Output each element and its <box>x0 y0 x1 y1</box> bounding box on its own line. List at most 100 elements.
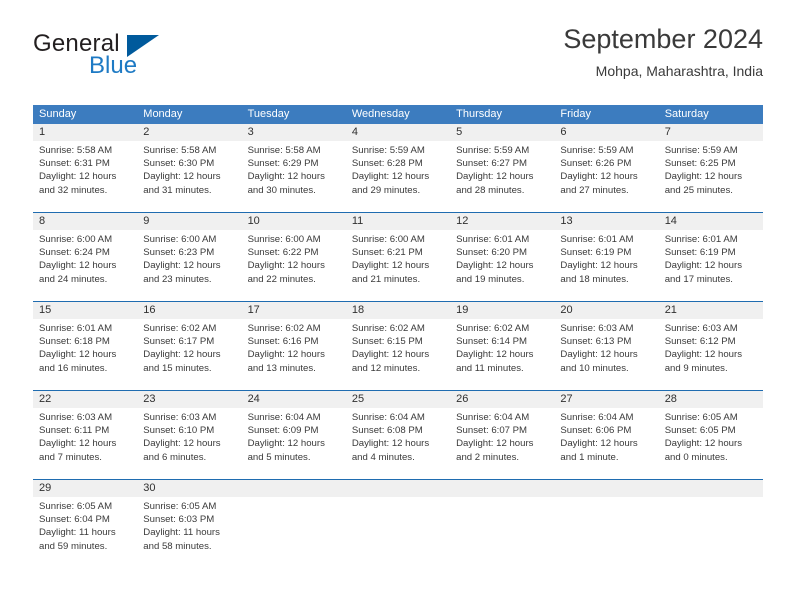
day-cell-empty <box>450 497 554 565</box>
day-number[interactable]: 14 <box>659 213 763 230</box>
day-cell[interactable]: Sunrise: 6:03 AM Sunset: 6:11 PM Dayligh… <box>33 408 137 476</box>
daylight-text-line1: Daylight: 12 hours <box>39 260 117 272</box>
daylight-text-line1: Daylight: 12 hours <box>143 260 221 272</box>
day-number[interactable]: 19 <box>450 302 554 319</box>
day-cell[interactable]: Sunrise: 6:03 AM Sunset: 6:13 PM Dayligh… <box>554 319 658 387</box>
day-number[interactable]: 22 <box>33 391 137 408</box>
day-cell[interactable]: Sunrise: 6:01 AM Sunset: 6:20 PM Dayligh… <box>450 230 554 298</box>
day-number[interactable]: 10 <box>242 213 346 230</box>
sunrise-text: Sunrise: 6:04 AM <box>560 412 634 423</box>
day-number[interactable]: 18 <box>346 302 450 319</box>
week-row: 1 2 3 4 5 6 7 Sunrise: 5:58 AM Sunset: 6… <box>33 124 763 209</box>
day-cell[interactable]: Sunrise: 6:00 AM Sunset: 6:22 PM Dayligh… <box>242 230 346 298</box>
day-cell[interactable]: Sunrise: 5:58 AM Sunset: 6:31 PM Dayligh… <box>33 141 137 209</box>
day-cell[interactable]: Sunrise: 5:58 AM Sunset: 6:30 PM Dayligh… <box>137 141 241 209</box>
daylight-text-line1: Daylight: 12 hours <box>247 349 325 361</box>
sunrise-text: Sunrise: 5:59 AM <box>664 145 738 156</box>
day-number[interactable]: 4 <box>346 124 450 141</box>
daylight-text-line2: and 9 minutes. <box>664 362 728 374</box>
daylight-text-line2: and 13 minutes. <box>247 362 316 374</box>
sunset-text: Sunset: 6:22 PM <box>247 247 319 259</box>
day-cell[interactable]: Sunrise: 5:58 AM Sunset: 6:29 PM Dayligh… <box>242 141 346 209</box>
day-number[interactable]: 23 <box>137 391 241 408</box>
day-number[interactable]: 2 <box>137 124 241 141</box>
day-number[interactable]: 25 <box>346 391 450 408</box>
sunset-text: Sunset: 6:29 PM <box>247 158 319 170</box>
day-number-empty <box>346 480 450 497</box>
day-number[interactable]: 16 <box>137 302 241 319</box>
day-number[interactable]: 20 <box>554 302 658 319</box>
day-cell[interactable]: Sunrise: 6:03 AM Sunset: 6:10 PM Dayligh… <box>137 408 241 476</box>
daylight-text-line1: Daylight: 12 hours <box>351 438 430 450</box>
day-number[interactable]: 26 <box>450 391 554 408</box>
day-cell[interactable]: Sunrise: 6:04 AM Sunset: 6:08 PM Dayligh… <box>346 408 450 476</box>
daylight-text-line1: Daylight: 12 hours <box>560 349 638 361</box>
day-cell[interactable]: Sunrise: 5:59 AM Sunset: 6:25 PM Dayligh… <box>659 141 763 209</box>
day-cell[interactable]: Sunrise: 6:02 AM Sunset: 6:17 PM Dayligh… <box>137 319 241 387</box>
day-cell[interactable]: Sunrise: 6:02 AM Sunset: 6:14 PM Dayligh… <box>450 319 554 387</box>
weekday-thursday: Thursday <box>456 108 502 120</box>
daylight-text-line1: Daylight: 12 hours <box>351 349 430 361</box>
day-number[interactable]: 15 <box>33 302 137 319</box>
day-cell[interactable]: Sunrise: 5:59 AM Sunset: 6:26 PM Dayligh… <box>554 141 658 209</box>
daylight-text-line1: Daylight: 12 hours <box>143 171 221 183</box>
day-number[interactable]: 12 <box>450 213 554 230</box>
day-number[interactable]: 29 <box>33 480 137 497</box>
day-cell[interactable]: Sunrise: 6:03 AM Sunset: 6:12 PM Dayligh… <box>659 319 763 387</box>
sunset-text: Sunset: 6:17 PM <box>143 336 215 348</box>
sunset-text: Sunset: 6:13 PM <box>560 336 632 348</box>
day-number[interactable]: 30 <box>137 480 241 497</box>
day-cell[interactable]: Sunrise: 6:00 AM Sunset: 6:21 PM Dayligh… <box>346 230 450 298</box>
page-title: September 2024 <box>563 24 763 54</box>
day-number[interactable]: 17 <box>242 302 346 319</box>
sunset-text: Sunset: 6:18 PM <box>39 336 110 348</box>
sunrise-text: Sunrise: 6:03 AM <box>664 323 738 334</box>
sunset-text: Sunset: 6:10 PM <box>143 425 215 437</box>
day-number[interactable]: 3 <box>242 124 346 141</box>
day-cell[interactable]: Sunrise: 5:59 AM Sunset: 6:27 PM Dayligh… <box>450 141 554 209</box>
general-blue-logo[interactable]: General Blue <box>33 30 273 86</box>
day-number[interactable]: 28 <box>659 391 763 408</box>
calendar-table: Sunday Monday Tuesday Wednesday Thursday… <box>33 105 763 565</box>
daylight-text-line1: Daylight: 12 hours <box>351 171 430 183</box>
day-cell[interactable]: Sunrise: 6:01 AM Sunset: 6:19 PM Dayligh… <box>554 230 658 298</box>
day-detail-band: Sunrise: 5:58 AM Sunset: 6:31 PM Dayligh… <box>33 141 763 209</box>
day-cell[interactable]: Sunrise: 5:59 AM Sunset: 6:28 PM Dayligh… <box>346 141 450 209</box>
day-cell[interactable]: Sunrise: 6:00 AM Sunset: 6:24 PM Dayligh… <box>33 230 137 298</box>
sunrise-text: Sunrise: 6:00 AM <box>247 234 321 245</box>
day-number[interactable]: 13 <box>554 213 658 230</box>
day-number[interactable]: 6 <box>554 124 658 141</box>
day-number[interactable]: 21 <box>659 302 763 319</box>
daylight-text-line1: Daylight: 12 hours <box>456 349 534 361</box>
day-cell[interactable]: Sunrise: 6:04 AM Sunset: 6:09 PM Dayligh… <box>242 408 346 476</box>
day-number[interactable]: 8 <box>33 213 137 230</box>
day-number[interactable]: 5 <box>450 124 554 141</box>
sunset-text: Sunset: 6:21 PM <box>351 247 423 259</box>
weekday-sunday: Sunday <box>39 108 77 120</box>
sunrise-text: Sunrise: 6:00 AM <box>351 234 425 245</box>
day-cell[interactable]: Sunrise: 6:04 AM Sunset: 6:06 PM Dayligh… <box>554 408 658 476</box>
day-cell[interactable]: Sunrise: 6:01 AM Sunset: 6:19 PM Dayligh… <box>659 230 763 298</box>
day-number[interactable]: 27 <box>554 391 658 408</box>
day-cell[interactable]: Sunrise: 6:00 AM Sunset: 6:23 PM Dayligh… <box>137 230 241 298</box>
daylight-text-line2: and 28 minutes. <box>456 184 525 196</box>
sunrise-text: Sunrise: 6:01 AM <box>560 234 634 245</box>
day-cell[interactable]: Sunrise: 6:05 AM Sunset: 6:04 PM Dayligh… <box>33 497 137 565</box>
day-number[interactable]: 7 <box>659 124 763 141</box>
day-cell[interactable]: Sunrise: 6:04 AM Sunset: 6:07 PM Dayligh… <box>450 408 554 476</box>
daylight-text-line2: and 30 minutes. <box>247 184 316 196</box>
day-cell[interactable]: Sunrise: 6:01 AM Sunset: 6:18 PM Dayligh… <box>33 319 137 387</box>
day-cell[interactable]: Sunrise: 6:02 AM Sunset: 6:15 PM Dayligh… <box>346 319 450 387</box>
sunset-text: Sunset: 6:14 PM <box>456 336 528 348</box>
day-number[interactable]: 9 <box>137 213 241 230</box>
day-number[interactable]: 1 <box>33 124 137 141</box>
day-cell[interactable]: Sunrise: 6:05 AM Sunset: 6:03 PM Dayligh… <box>137 497 241 565</box>
day-number[interactable]: 11 <box>346 213 450 230</box>
day-cell[interactable]: Sunrise: 6:05 AM Sunset: 6:05 PM Dayligh… <box>659 408 763 476</box>
sunset-text: Sunset: 6:30 PM <box>143 158 215 170</box>
day-cell[interactable]: Sunrise: 6:02 AM Sunset: 6:16 PM Dayligh… <box>242 319 346 387</box>
sunset-text: Sunset: 6:03 PM <box>143 514 215 526</box>
day-number[interactable]: 24 <box>242 391 346 408</box>
daylight-text-line2: and 22 minutes. <box>247 273 316 285</box>
sunrise-text: Sunrise: 6:04 AM <box>351 412 425 423</box>
